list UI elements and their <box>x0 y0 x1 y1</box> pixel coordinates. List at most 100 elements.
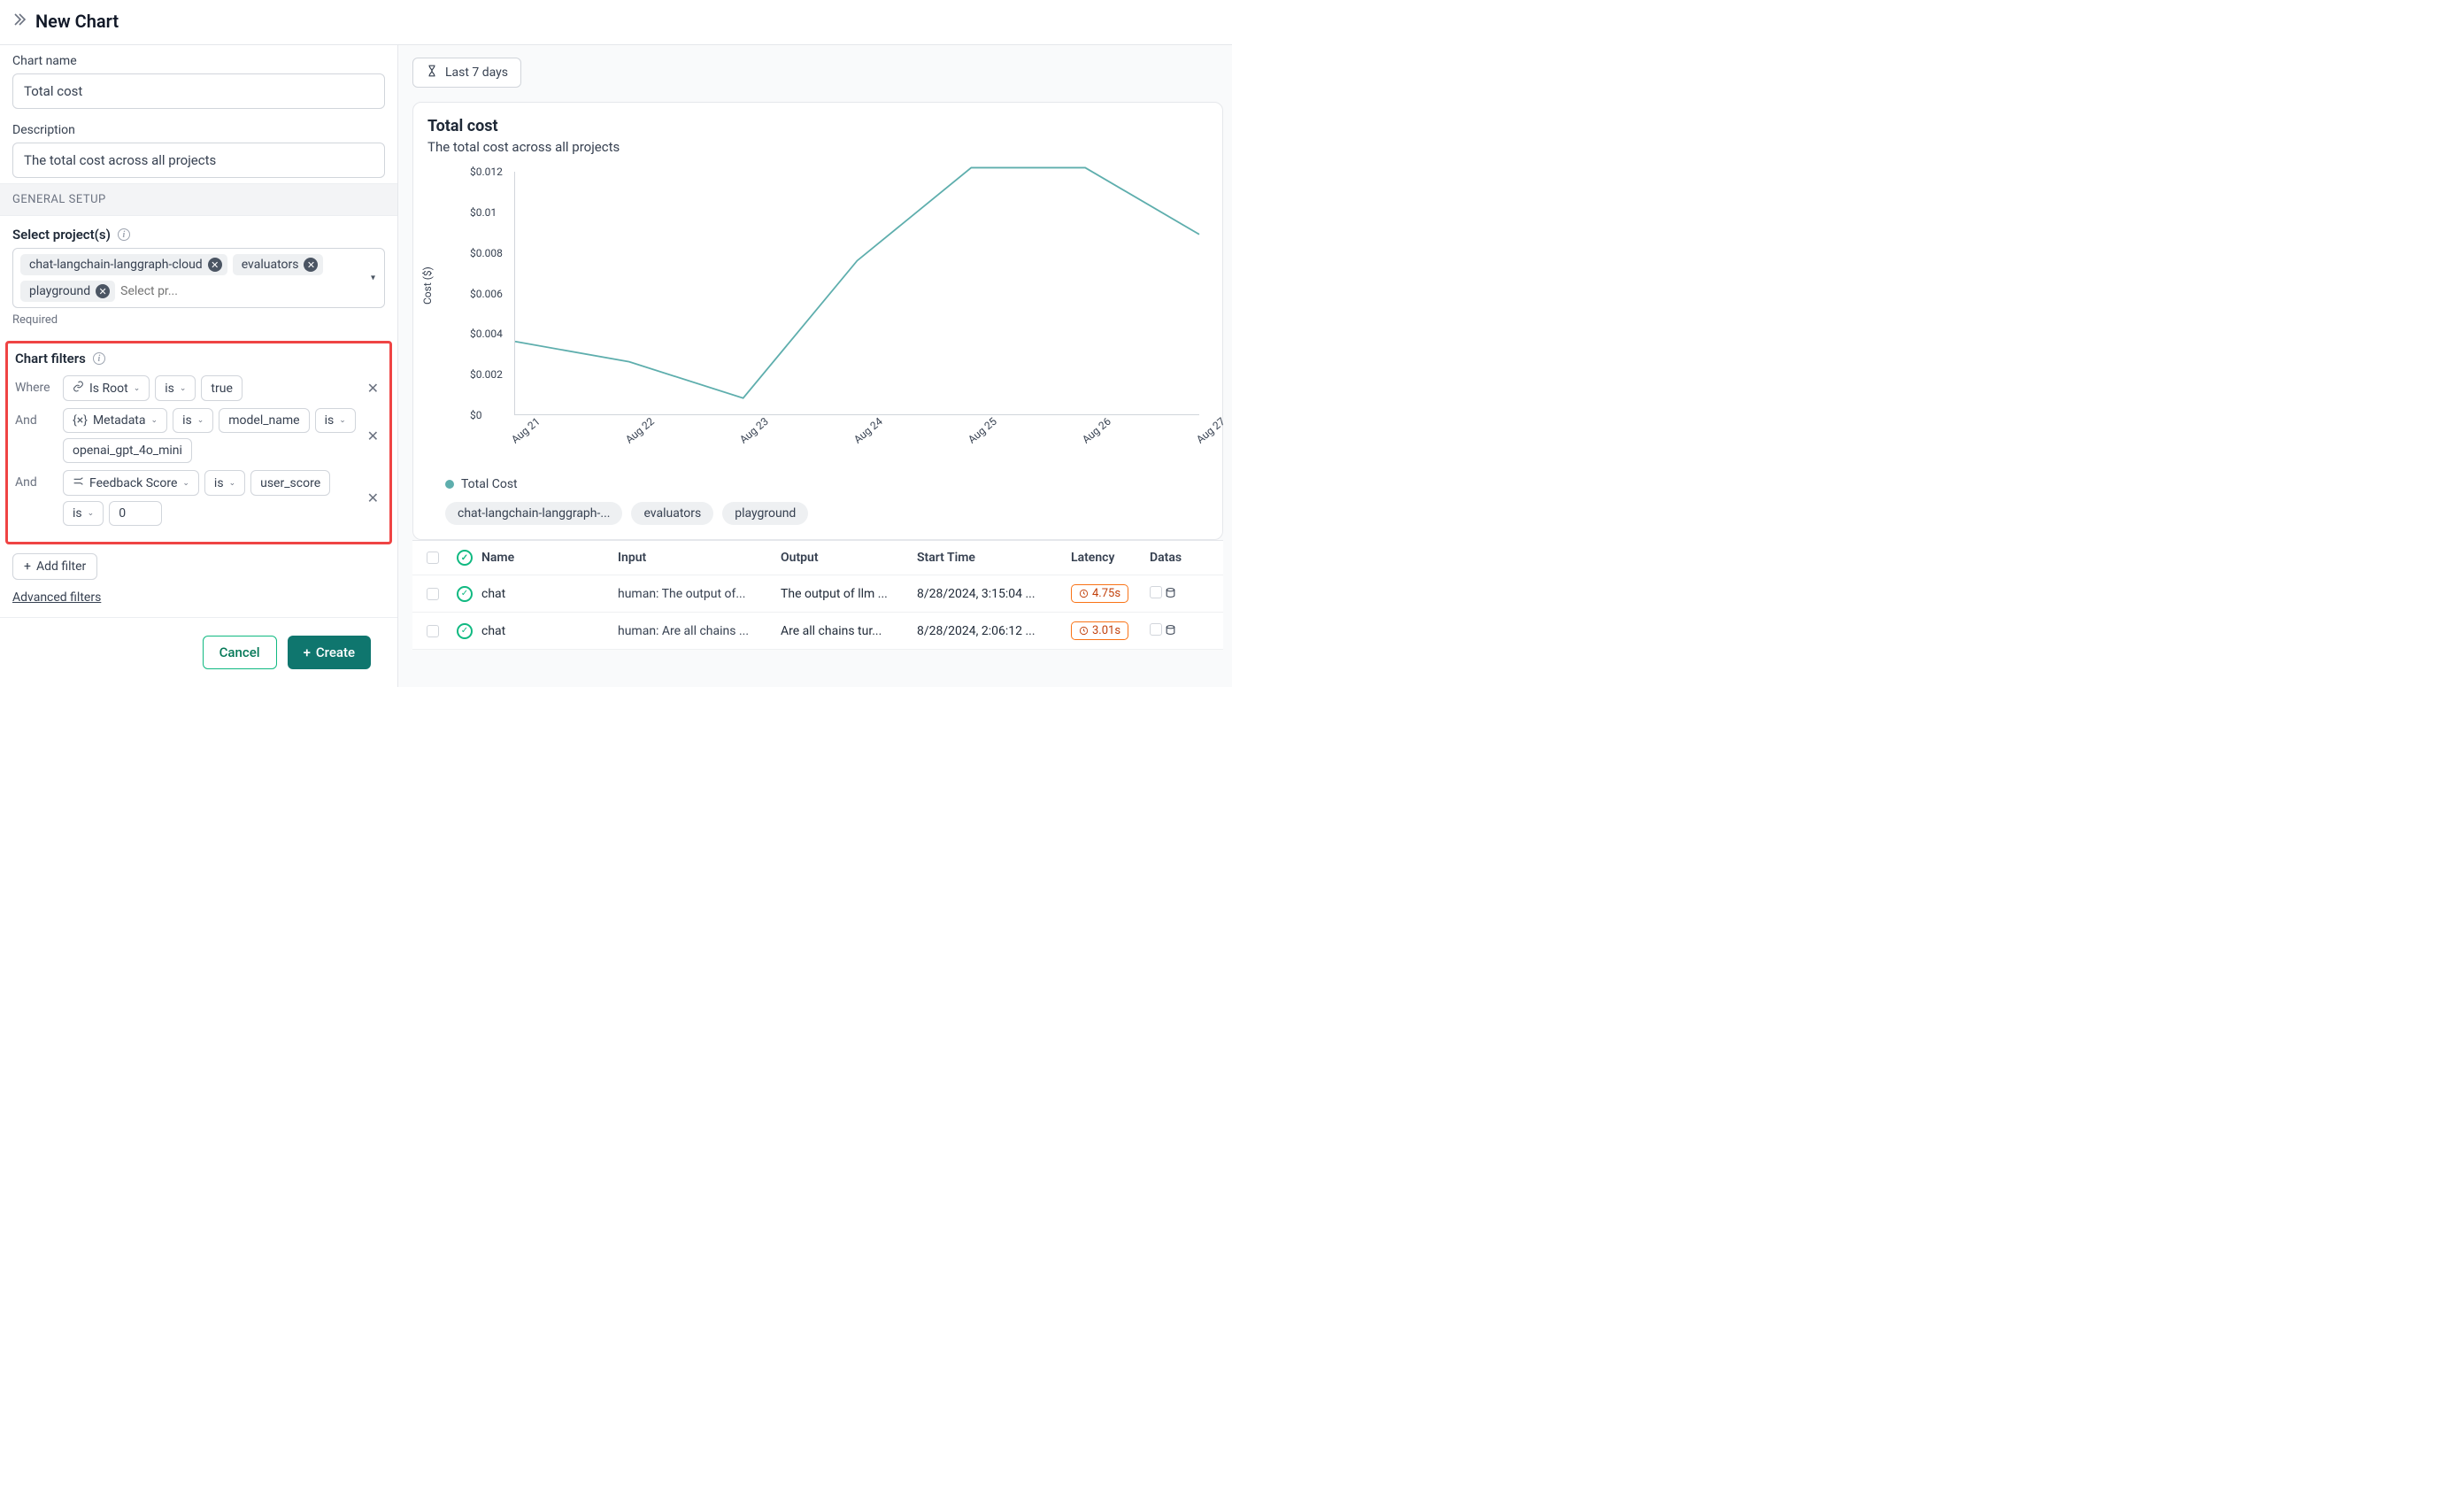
project-chip: evaluators <box>631 502 713 525</box>
latency-badge: 3.01s <box>1071 621 1128 640</box>
time-range-select[interactable]: Last 7 days <box>412 58 521 88</box>
hourglass-icon <box>426 65 438 81</box>
x-tick-label: Aug 27 <box>1194 415 1228 446</box>
status-ok-icon: ✓ <box>457 586 473 602</box>
select-projects-label: Select project(s) <box>12 227 111 243</box>
collapse-icon[interactable] <box>12 12 27 30</box>
y-tick-label: $0.01 <box>470 206 497 219</box>
cell-name: chat <box>481 587 614 601</box>
col-dataset[interactable]: Datas <box>1150 551 1203 565</box>
chevron-down-icon[interactable]: ▾ <box>371 274 375 283</box>
create-button[interactable]: +Create <box>288 636 371 669</box>
latency-badge: 4.75s <box>1071 584 1128 603</box>
x-tick-label: Aug 24 <box>851 415 885 446</box>
col-start[interactable]: Start Time <box>917 551 1067 565</box>
chevron-down-icon: ⌄ <box>339 416 346 425</box>
dataset-checkbox[interactable] <box>1150 623 1162 636</box>
filter-op-select[interactable]: is⌄ <box>204 470 245 496</box>
col-latency[interactable]: Latency <box>1071 551 1146 565</box>
advanced-filters-link[interactable]: Advanced filters <box>12 590 101 605</box>
filter-value[interactable]: 0 <box>109 501 162 526</box>
y-tick-label: $0 <box>470 409 482 421</box>
metadata-icon: {×} <box>73 413 88 428</box>
chevron-down-icon: ⌄ <box>134 384 141 393</box>
plus-icon: + <box>304 644 311 660</box>
required-hint: Required <box>0 312 397 336</box>
status-ok-icon: ✓ <box>457 623 473 639</box>
project-chip: evaluators✕ <box>233 254 324 275</box>
table-row[interactable]: ✓chathuman: The output of...The output o… <box>412 575 1223 613</box>
chart-subtitle: The total cost across all projects <box>427 139 1208 155</box>
col-input[interactable]: Input <box>618 551 777 565</box>
close-icon[interactable]: ✕ <box>208 258 222 272</box>
project-chip: playground <box>722 502 808 525</box>
filter-value[interactable]: openai_gpt_4o_mini <box>63 438 192 463</box>
filter-op-select[interactable]: is⌄ <box>173 408 213 433</box>
project-chip: chat-langchain-langgraph-cloud✕ <box>20 254 227 275</box>
filter-keyword: And <box>15 408 56 428</box>
x-tick-label: Aug 21 <box>509 415 543 446</box>
filter-key[interactable]: user_score <box>250 470 330 496</box>
cell-dataset[interactable] <box>1150 586 1203 602</box>
info-icon[interactable]: i <box>118 228 130 241</box>
chart-title: Total cost <box>427 117 1208 135</box>
select-all-checkbox[interactable] <box>427 552 439 564</box>
x-tick-label: Aug 22 <box>623 415 657 446</box>
legend-marker <box>445 480 454 489</box>
cell-start: 8/28/2024, 2:06:12 ... <box>917 624 1067 638</box>
y-axis-label: Cost ($) <box>421 266 434 305</box>
info-icon[interactable]: i <box>93 352 105 365</box>
dataset-checkbox[interactable] <box>1150 586 1162 598</box>
row-checkbox[interactable] <box>427 625 439 637</box>
page-header: New Chart <box>0 0 1232 45</box>
col-name[interactable]: Name <box>481 551 614 565</box>
add-filter-button[interactable]: +Add filter <box>12 553 97 580</box>
filter-op-select[interactable]: is⌄ <box>63 501 104 526</box>
chart-filters-box: Chart filters i Where Is Root⌄ is⌄ true … <box>5 341 392 544</box>
cell-output: Are all chains tur... <box>781 624 913 638</box>
cell-input: human: Are all chains ... <box>618 624 777 638</box>
remove-filter-button[interactable]: ✕ <box>364 486 382 510</box>
filter-field-select[interactable]: Is Root⌄ <box>63 375 150 401</box>
chart-name-input[interactable] <box>12 73 385 109</box>
chart-name-label: Chart name <box>12 54 385 68</box>
filter-op-select[interactable]: is⌄ <box>155 375 196 401</box>
y-tick-label: $0.012 <box>470 166 503 178</box>
feedback-icon <box>73 475 84 490</box>
cancel-button[interactable]: Cancel <box>203 636 277 669</box>
row-checkbox[interactable] <box>427 588 439 600</box>
y-tick-label: $0.006 <box>470 288 503 300</box>
cell-input: human: The output of... <box>618 587 777 601</box>
filter-op-select[interactable]: is⌄ <box>315 408 356 433</box>
table-row[interactable]: ✓ chat human: Are all chains ... Are all ch… <box>412 613 1223 650</box>
general-setup-header: GENERAL SETUP <box>0 183 397 216</box>
projects-multiselect[interactable]: chat-langchain-langgraph-cloud✕ evaluato… <box>12 248 385 308</box>
close-icon[interactable]: ✕ <box>96 284 110 298</box>
x-tick-label: Aug 23 <box>737 415 771 446</box>
y-tick-label: $0.004 <box>470 328 503 340</box>
remove-filter-button[interactable]: ✕ <box>364 376 382 400</box>
filter-key[interactable]: model_name <box>219 408 309 433</box>
chevron-down-icon: ⌄ <box>151 416 158 425</box>
close-icon[interactable]: ✕ <box>304 258 318 272</box>
y-tick-label: $0.002 <box>470 368 503 381</box>
filter-value[interactable]: true <box>201 375 242 401</box>
filter-field-select[interactable]: Feedback Score⌄ <box>63 470 199 496</box>
filter-field-select[interactable]: {×}Metadata⌄ <box>63 408 167 433</box>
preview-card: Total cost The total cost across all pro… <box>412 102 1223 540</box>
chevron-down-icon: ⌄ <box>88 509 95 518</box>
chevron-down-icon: ⌄ <box>182 479 189 488</box>
cell-start: 8/28/2024, 3:15:04 ... <box>917 587 1067 601</box>
description-input[interactable] <box>12 143 385 178</box>
remove-filter-button[interactable]: ✕ <box>364 424 382 448</box>
filter-keyword: And <box>15 470 56 490</box>
col-output[interactable]: Output <box>781 551 913 565</box>
chevron-down-icon: ⌄ <box>229 479 236 488</box>
cell-name: chat <box>481 624 614 638</box>
sidebar-form: Chart name Description GENERAL SETUP Sel… <box>0 45 398 687</box>
cell-dataset[interactable] <box>1150 623 1203 639</box>
x-tick-label: Aug 26 <box>1080 415 1113 446</box>
results-table: ✓ Name Input Output Start Time Latency D… <box>412 540 1223 650</box>
page-title: New Chart <box>35 11 119 32</box>
projects-search-input[interactable] <box>120 284 200 298</box>
